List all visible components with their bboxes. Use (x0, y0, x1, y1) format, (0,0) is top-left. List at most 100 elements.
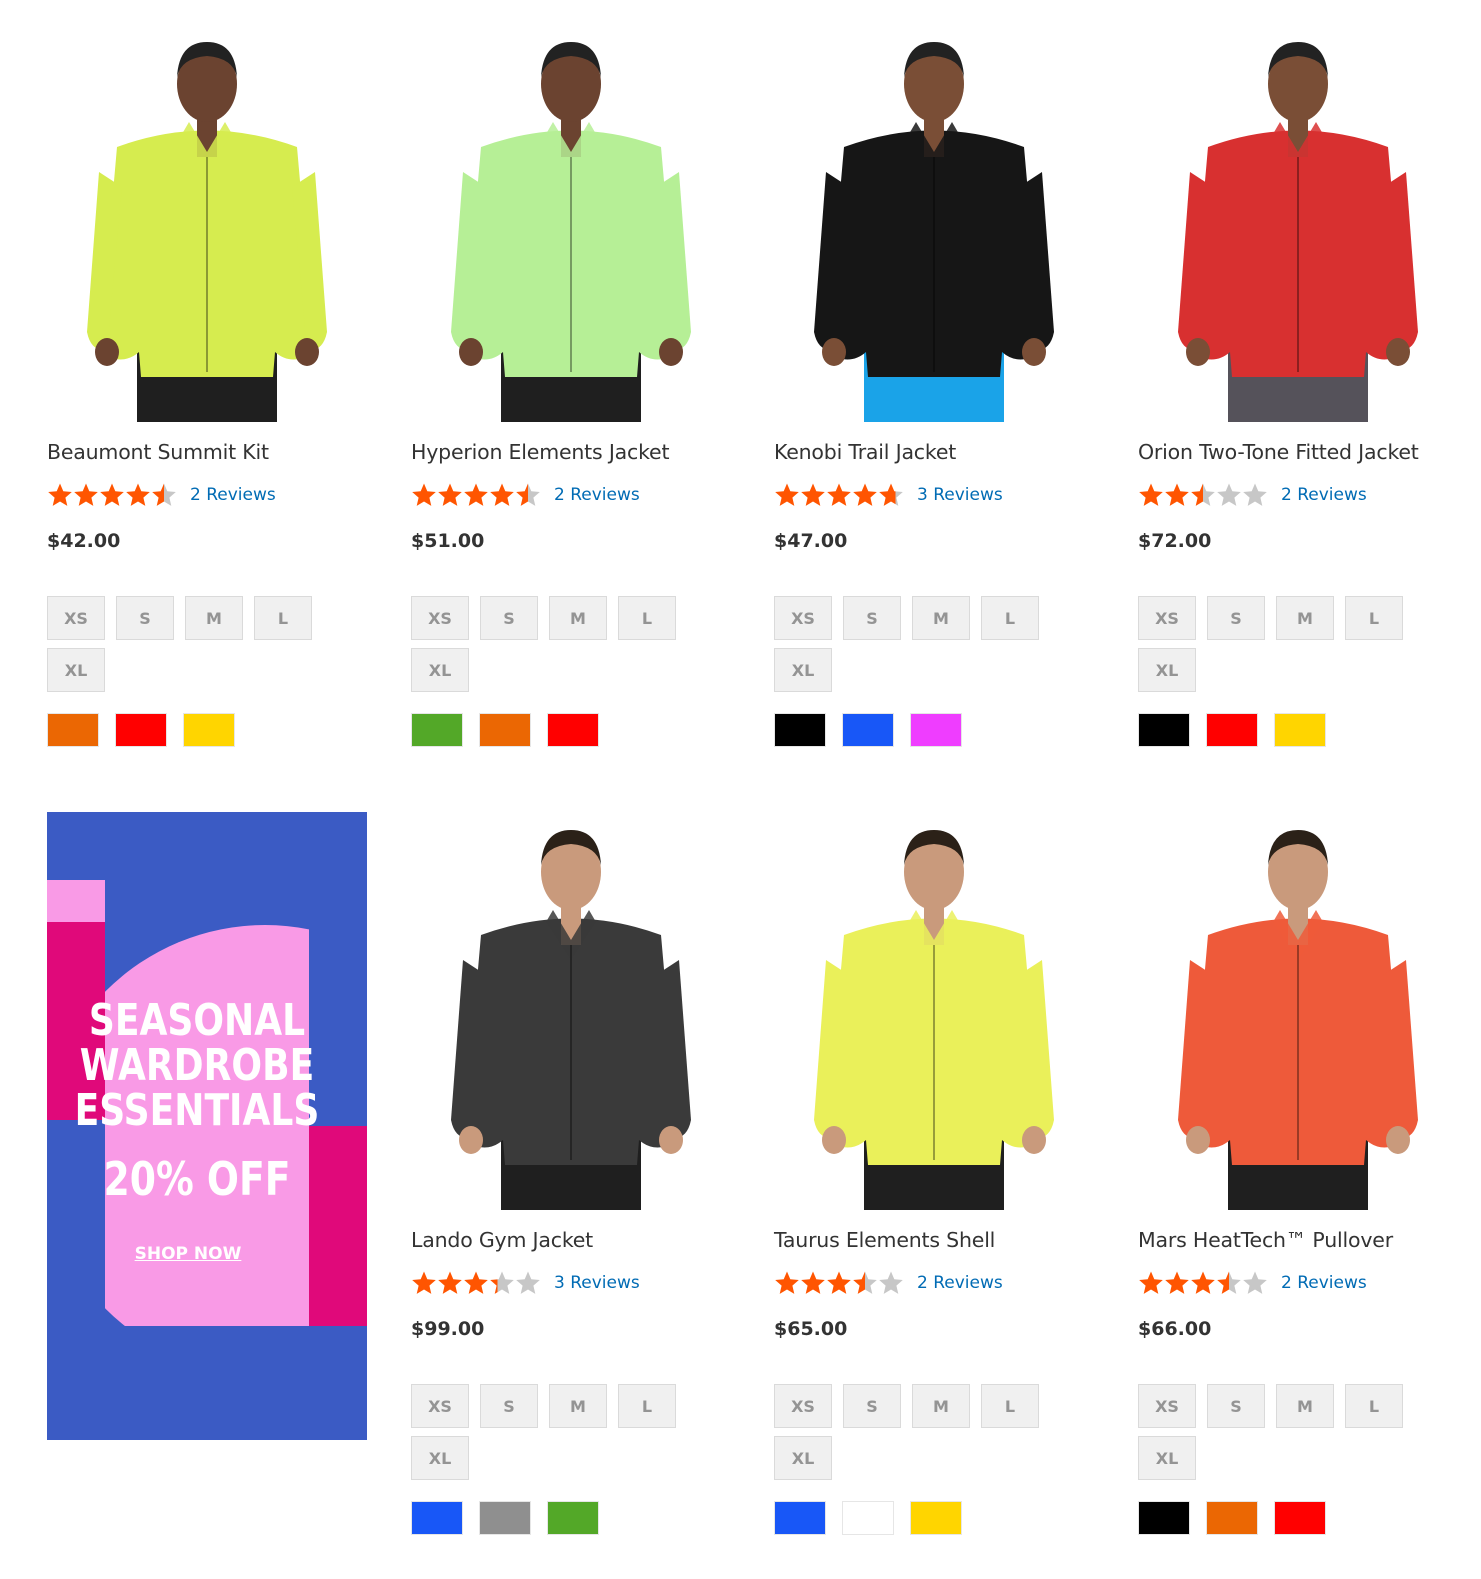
color-swatch[interactable] (842, 1501, 894, 1535)
color-swatch[interactable] (547, 1501, 599, 1535)
product-name[interactable]: Orion Two-Tone Fitted Jacket (1138, 440, 1419, 464)
product-price: $99.00 (411, 1318, 485, 1340)
product-card[interactable]: Taurus Elements Shell 2 Reviews $65.00 X… (774, 810, 1094, 1535)
color-swatch[interactable] (1206, 1501, 1258, 1535)
size-option-m[interactable]: M (1276, 596, 1334, 640)
size-option-l[interactable]: L (618, 596, 676, 640)
promo-title-line: SEASONAL (88, 995, 306, 1046)
product-price: $72.00 (1138, 530, 1212, 552)
color-swatch[interactable] (479, 1501, 531, 1535)
color-swatch[interactable] (47, 713, 99, 747)
product-price: $42.00 (47, 530, 121, 552)
size-options: XS S M L XL (47, 596, 337, 692)
size-option-xs[interactable]: XS (774, 596, 832, 640)
rating-stars (1138, 1270, 1268, 1296)
size-option-xl[interactable]: XL (774, 1436, 832, 1480)
color-swatch[interactable] (1206, 713, 1258, 747)
size-options: XS S M L XL (1138, 596, 1428, 692)
product-rating: 3 Reviews (411, 1270, 640, 1296)
size-option-s[interactable]: S (843, 596, 901, 640)
size-option-s[interactable]: S (1207, 596, 1265, 640)
product-price: $66.00 (1138, 1318, 1212, 1340)
size-option-l[interactable]: L (618, 1384, 676, 1428)
size-option-l[interactable]: L (981, 596, 1039, 640)
size-option-s[interactable]: S (480, 1384, 538, 1428)
product-image[interactable] (47, 22, 367, 422)
product-name[interactable]: Hyperion Elements Jacket (411, 440, 669, 464)
size-option-m[interactable]: M (912, 596, 970, 640)
color-swatch[interactable] (183, 713, 235, 747)
promo-banner[interactable]: SEASONAL WARDROBE ESSENTIALS 20% OFF SHO… (47, 812, 367, 1440)
size-option-xl[interactable]: XL (1138, 1436, 1196, 1480)
size-option-m[interactable]: M (1276, 1384, 1334, 1428)
product-image[interactable] (774, 22, 1094, 422)
size-option-xs[interactable]: XS (774, 1384, 832, 1428)
reviews-link[interactable]: 3 Reviews (554, 1273, 640, 1293)
size-option-m[interactable]: M (185, 596, 243, 640)
color-swatch[interactable] (774, 713, 826, 747)
size-options: XS S M L XL (411, 596, 701, 692)
reviews-link[interactable]: 2 Reviews (1281, 1273, 1367, 1293)
size-option-xl[interactable]: XL (47, 648, 105, 692)
size-option-xs[interactable]: XS (411, 1384, 469, 1428)
product-image[interactable] (1138, 810, 1458, 1210)
color-swatch[interactable] (547, 713, 599, 747)
product-image[interactable] (774, 810, 1094, 1210)
product-name[interactable]: Taurus Elements Shell (774, 1228, 995, 1252)
size-option-m[interactable]: M (549, 596, 607, 640)
color-swatch[interactable] (910, 713, 962, 747)
size-option-xs[interactable]: XS (47, 596, 105, 640)
size-option-xs[interactable]: XS (1138, 1384, 1196, 1428)
product-image[interactable] (1138, 22, 1458, 422)
shop-now-link[interactable]: SHOP NOW (47, 1244, 329, 1264)
size-option-xs[interactable]: XS (1138, 596, 1196, 640)
color-swatch[interactable] (774, 1501, 826, 1535)
color-swatch[interactable] (842, 713, 894, 747)
color-swatch[interactable] (479, 713, 531, 747)
size-option-m[interactable]: M (912, 1384, 970, 1428)
color-swatch[interactable] (115, 713, 167, 747)
size-option-m[interactable]: M (549, 1384, 607, 1428)
size-option-l[interactable]: L (981, 1384, 1039, 1428)
color-options (774, 713, 962, 747)
promo-title: SEASONAL WARDROBE ESSENTIALS (74, 998, 320, 1133)
product-card[interactable]: Lando Gym Jacket 3 Reviews $99.00 XS S M L X… (411, 810, 731, 1535)
color-swatch[interactable] (1274, 1501, 1326, 1535)
product-image[interactable] (411, 810, 731, 1210)
size-option-l[interactable]: L (1345, 596, 1403, 640)
size-option-s[interactable]: S (1207, 1384, 1265, 1428)
color-swatch[interactable] (1138, 1501, 1190, 1535)
reviews-link[interactable]: 2 Reviews (190, 485, 276, 505)
product-name[interactable]: Mars HeatTech™ Pullover (1138, 1228, 1393, 1252)
size-option-s[interactable]: S (480, 596, 538, 640)
size-option-l[interactable]: L (1345, 1384, 1403, 1428)
product-card[interactable]: Beaumont Summit Kit 2 Reviews $42.00 XS S… (47, 22, 367, 747)
product-name[interactable]: Kenobi Trail Jacket (774, 440, 956, 464)
product-card[interactable]: Hyperion Elements Jacket 2 Reviews $51.0… (411, 22, 731, 747)
reviews-link[interactable]: 3 Reviews (917, 485, 1003, 505)
reviews-link[interactable]: 2 Reviews (554, 485, 640, 505)
size-option-xs[interactable]: XS (411, 596, 469, 640)
size-option-s[interactable]: S (116, 596, 174, 640)
size-option-xl[interactable]: XL (1138, 648, 1196, 692)
size-option-l[interactable]: L (254, 596, 312, 640)
color-options (774, 1501, 962, 1535)
product-card[interactable]: Orion Two-Tone Fitted Jacket 2 Reviews $… (1138, 22, 1458, 747)
color-swatch[interactable] (1274, 713, 1326, 747)
product-card[interactable]: Mars HeatTech™ Pullover 2 Reviews $66.00… (1138, 810, 1458, 1535)
size-option-xl[interactable]: XL (411, 1436, 469, 1480)
product-name[interactable]: Lando Gym Jacket (411, 1228, 593, 1252)
color-swatch[interactable] (910, 1501, 962, 1535)
color-swatch[interactable] (1138, 713, 1190, 747)
product-image[interactable] (411, 22, 731, 422)
color-swatch[interactable] (411, 1501, 463, 1535)
color-swatch[interactable] (411, 713, 463, 747)
reviews-link[interactable]: 2 Reviews (1281, 485, 1367, 505)
size-option-xl[interactable]: XL (774, 648, 832, 692)
product-card[interactable]: Kenobi Trail Jacket 3 Reviews $47.00 XS S… (774, 22, 1094, 747)
size-option-s[interactable]: S (843, 1384, 901, 1428)
rating-stars (774, 1270, 904, 1296)
product-name[interactable]: Beaumont Summit Kit (47, 440, 269, 464)
size-option-xl[interactable]: XL (411, 648, 469, 692)
reviews-link[interactable]: 2 Reviews (917, 1273, 1003, 1293)
